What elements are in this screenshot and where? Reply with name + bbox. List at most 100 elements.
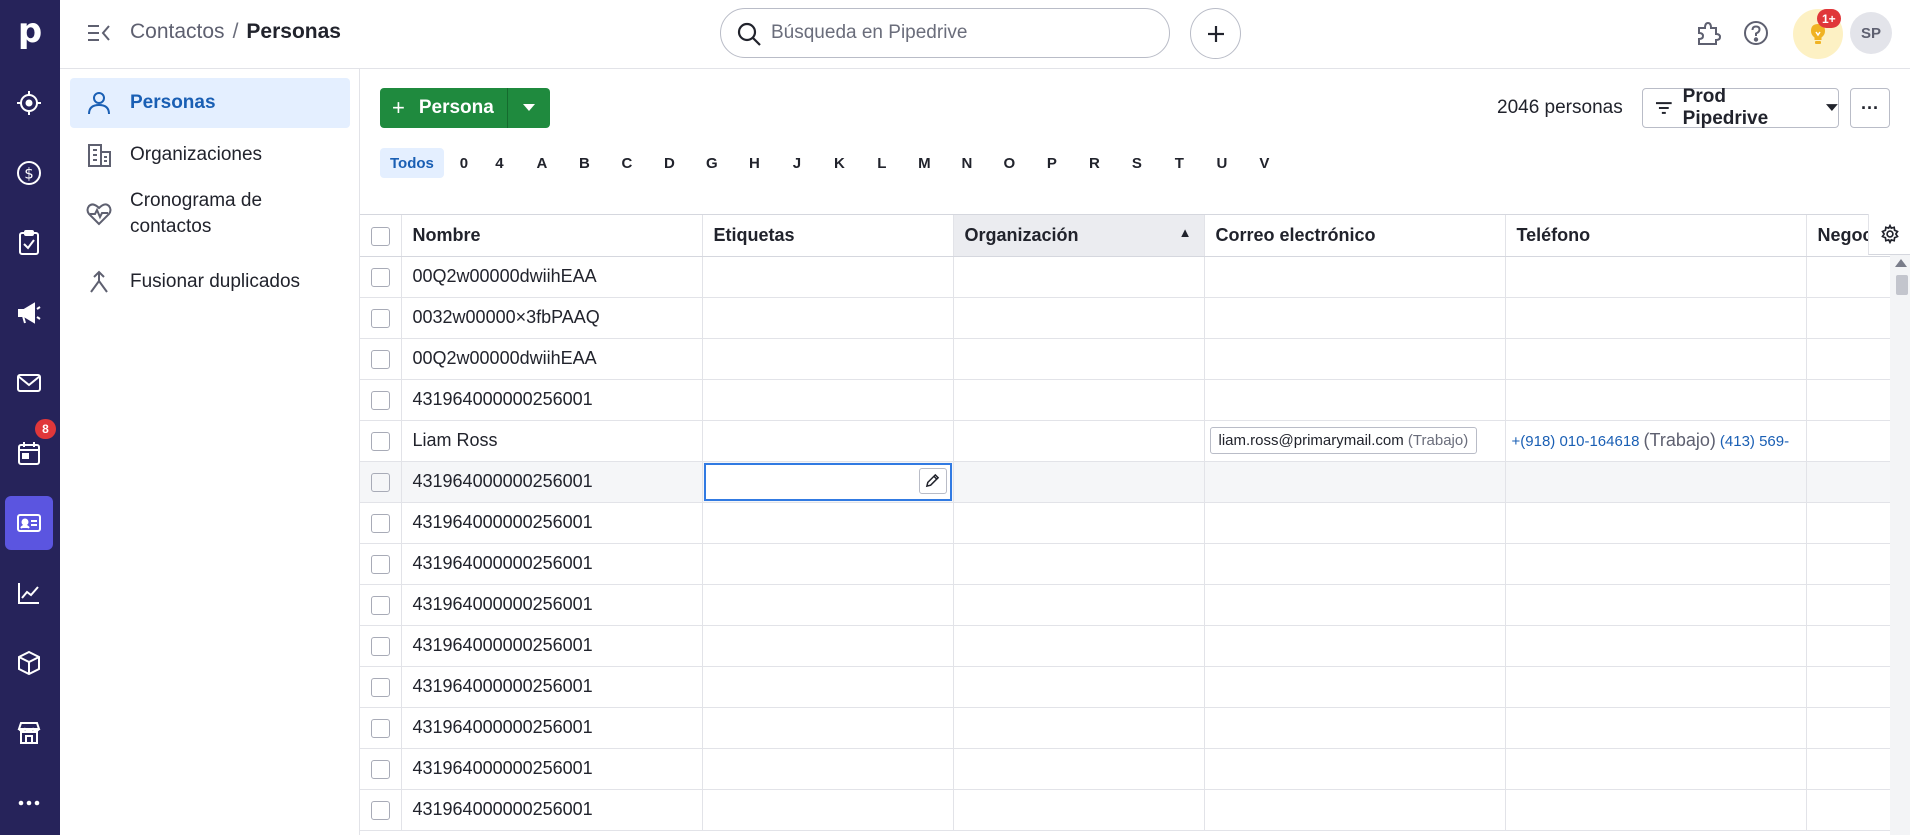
column-header-etiquetas[interactable]: Etiquetas: [702, 215, 954, 257]
email-cell[interactable]: [1204, 748, 1506, 790]
tags-cell[interactable]: [702, 707, 954, 749]
tags-inline-editor[interactable]: [703, 462, 952, 501]
tags-cell[interactable]: [702, 502, 954, 544]
organization-cell[interactable]: [953, 420, 1205, 462]
campaigns-icon[interactable]: [5, 286, 53, 340]
tags-cell[interactable]: [702, 420, 954, 462]
tags-cell[interactable]: [702, 256, 954, 298]
alpha-letter[interactable]: 0: [450, 148, 478, 178]
person-name-cell[interactable]: 431964000000256001: [401, 748, 703, 790]
deals-cell[interactable]: [1806, 666, 1891, 708]
person-name-cell[interactable]: Liam Ross: [401, 420, 703, 462]
email-cell[interactable]: [1204, 256, 1506, 298]
organization-cell[interactable]: [953, 543, 1205, 585]
alpha-letter[interactable]: V: [1243, 148, 1286, 178]
person-name-cell[interactable]: 431964000000256001: [401, 543, 703, 585]
person-name-cell[interactable]: 00Q2w00000dwiihEAA: [401, 256, 703, 298]
deals-cell[interactable]: [1806, 625, 1891, 667]
tags-cell[interactable]: [702, 625, 954, 667]
column-header-telefono[interactable]: Teléfono: [1505, 215, 1807, 257]
alpha-letter[interactable]: S: [1116, 148, 1158, 178]
deals-cell[interactable]: [1806, 379, 1891, 421]
person-name-cell[interactable]: 431964000000256001: [401, 789, 703, 831]
email-cell[interactable]: [1204, 502, 1506, 544]
row-checkbox[interactable]: [360, 461, 402, 503]
deals-cell[interactable]: [1806, 748, 1891, 790]
pipedrive-logo[interactable]: p: [0, 6, 60, 56]
organization-cell[interactable]: [953, 256, 1205, 298]
insights-icon[interactable]: [5, 566, 53, 620]
person-name-cell[interactable]: 00Q2w00000dwiihEAA: [401, 338, 703, 380]
deals-cell[interactable]: [1806, 420, 1891, 462]
alpha-letter[interactable]: M: [903, 148, 946, 178]
help-icon[interactable]: [1738, 15, 1774, 51]
deals-cell[interactable]: [1806, 502, 1891, 544]
table-row[interactable]: 431964000000256001: [360, 543, 1891, 585]
sidebar-item-organizaciones[interactable]: Organizaciones: [70, 130, 350, 180]
tags-cell[interactable]: [702, 748, 954, 790]
user-avatar[interactable]: SP: [1850, 12, 1892, 54]
phone-cell[interactable]: [1505, 666, 1807, 708]
tags-cell-editing[interactable]: [702, 461, 954, 503]
tags-cell[interactable]: [702, 379, 954, 421]
column-header-organizacion[interactable]: Organización ▲: [953, 215, 1205, 257]
more-icon[interactable]: [5, 776, 53, 830]
email-cell[interactable]: [1204, 666, 1506, 708]
table-scrollbar[interactable]: [1890, 255, 1910, 835]
deals-cell[interactable]: [1806, 256, 1891, 298]
tags-cell[interactable]: [702, 584, 954, 626]
row-checkbox[interactable]: [360, 543, 402, 585]
row-checkbox[interactable]: [360, 666, 402, 708]
alpha-letter[interactable]: B: [563, 148, 606, 178]
phone-cell[interactable]: [1505, 256, 1807, 298]
email-cell[interactable]: liam.ross@primarymail.com (Trabajo): [1204, 420, 1506, 462]
add-person-dropdown[interactable]: [508, 88, 550, 128]
phone-cell[interactable]: [1505, 338, 1807, 380]
sidebar-item-personas[interactable]: Personas: [70, 78, 350, 128]
deals-cell[interactable]: [1806, 338, 1891, 380]
row-checkbox[interactable]: [360, 584, 402, 626]
select-all-checkbox[interactable]: [360, 215, 402, 257]
email-cell[interactable]: [1204, 338, 1506, 380]
row-checkbox[interactable]: [360, 748, 402, 790]
email-cell[interactable]: [1204, 789, 1506, 831]
phone-cell[interactable]: [1505, 707, 1807, 749]
table-row[interactable]: 431964000000256001: [360, 379, 1891, 421]
alpha-letter[interactable]: G: [691, 148, 733, 178]
person-name-cell[interactable]: 431964000000256001: [401, 379, 703, 421]
organization-cell[interactable]: [953, 789, 1205, 831]
table-row[interactable]: 431964000000256001: [360, 584, 1891, 626]
filter-button[interactable]: Prod Pipedrive: [1642, 86, 1839, 129]
organization-cell[interactable]: [953, 461, 1205, 503]
target-icon[interactable]: [5, 76, 53, 130]
breadcrumb-contactos[interactable]: Contactos: [130, 20, 225, 43]
tags-cell[interactable]: [702, 543, 954, 585]
alpha-letter[interactable]: A: [521, 148, 563, 178]
organization-cell[interactable]: [953, 707, 1205, 749]
mail-icon[interactable]: [5, 356, 53, 410]
table-row[interactable]: 431964000000256001: [360, 789, 1891, 831]
phone-cell[interactable]: [1505, 379, 1807, 421]
activities-icon[interactable]: [5, 216, 53, 270]
phone-cell[interactable]: [1505, 297, 1807, 339]
deals-cell[interactable]: [1806, 584, 1891, 626]
organization-cell[interactable]: [953, 338, 1205, 380]
alpha-letter[interactable]: U: [1201, 148, 1243, 178]
organization-cell[interactable]: [953, 666, 1205, 708]
add-person-button[interactable]: + Persona: [380, 88, 508, 128]
row-checkbox[interactable]: [360, 256, 402, 298]
email-cell[interactable]: [1204, 543, 1506, 585]
table-row[interactable]: 431964000000256001: [360, 707, 1891, 749]
phone-cell[interactable]: [1505, 543, 1807, 585]
scrollbar-thumb[interactable]: [1896, 275, 1908, 295]
organization-cell[interactable]: [953, 625, 1205, 667]
more-options-button[interactable]: ···: [1850, 88, 1890, 128]
person-name-cell[interactable]: 431964000000256001: [401, 625, 703, 667]
scroll-up-arrow-icon[interactable]: [1895, 259, 1907, 267]
column-settings-button[interactable]: [1868, 214, 1910, 255]
table-row[interactable]: 0032w00000×3fbPAAQ: [360, 297, 1891, 339]
phone-link[interactable]: +(918) 010-164618: [1512, 433, 1640, 450]
email-cell[interactable]: [1204, 379, 1506, 421]
person-name-cell[interactable]: 431964000000256001: [401, 461, 703, 503]
person-name-cell[interactable]: 0032w00000×3fbPAAQ: [401, 297, 703, 339]
